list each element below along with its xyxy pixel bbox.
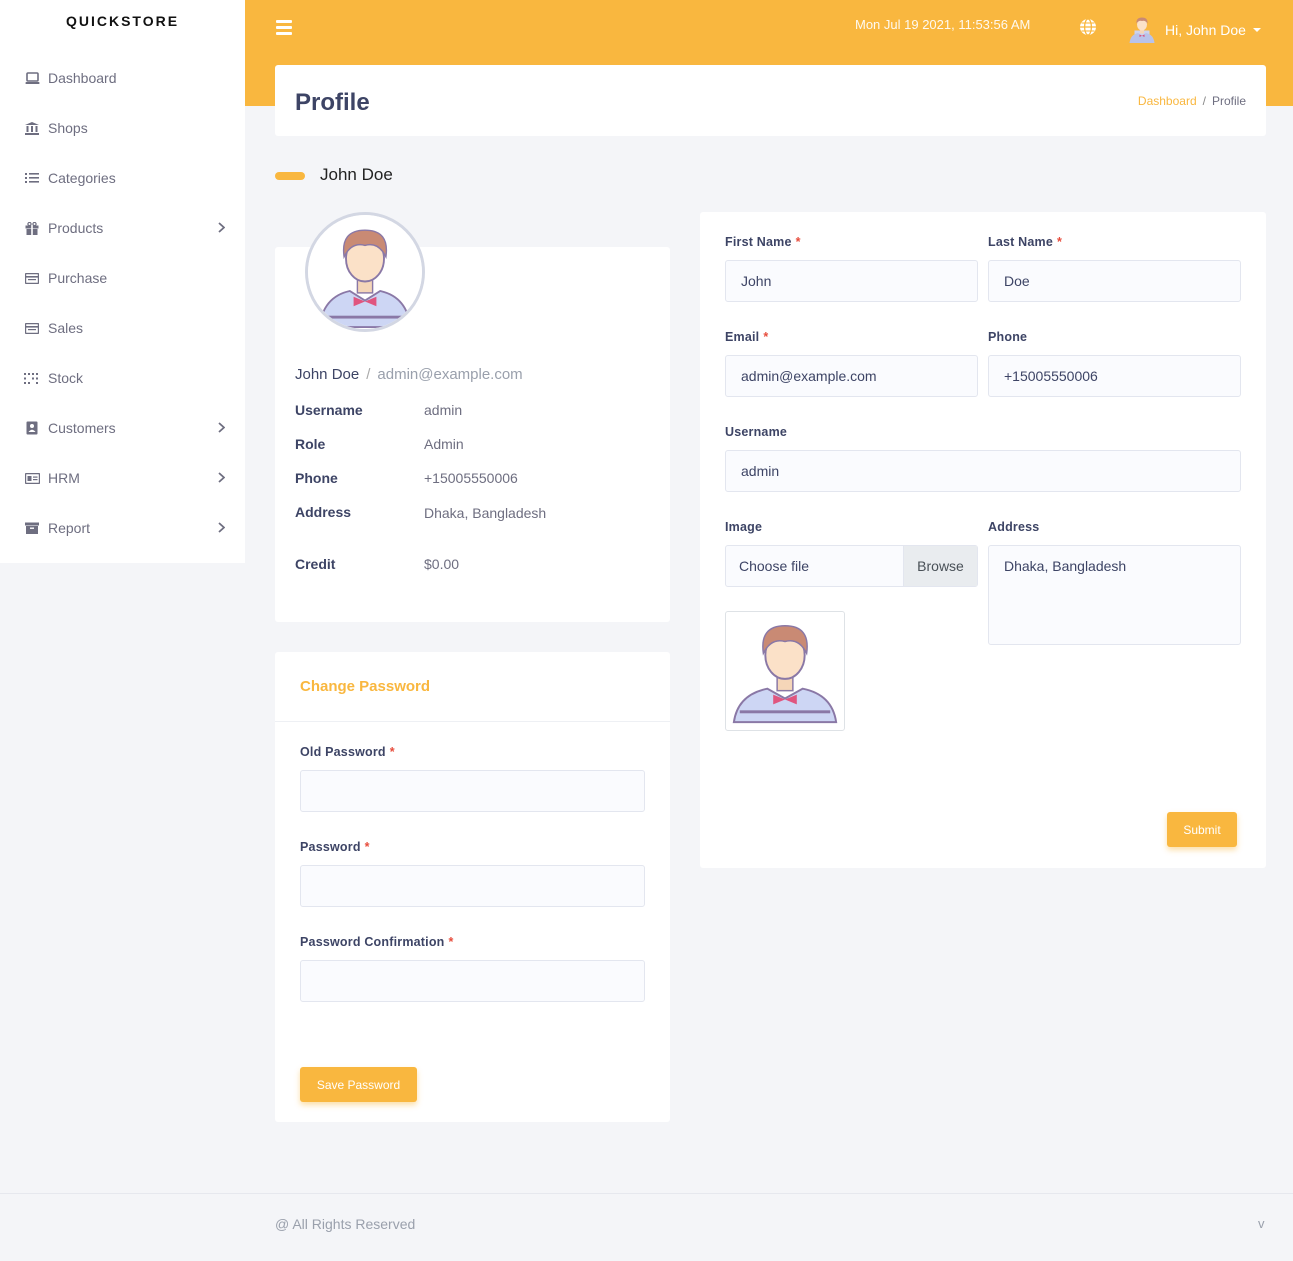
page-title: Profile [295, 89, 370, 116]
change-password-title: Change Password [300, 678, 431, 695]
profile-email: admin@example.com [377, 366, 523, 383]
footer-divider [0, 1193, 1293, 1194]
image-file-input[interactable]: Choose file Browse [725, 545, 978, 587]
submit-button[interactable]: Submit [1167, 812, 1237, 847]
address-value: Dhaka, Bangladesh [424, 505, 547, 521]
receipt-icon [24, 320, 40, 336]
list-icon [24, 170, 40, 186]
role-value: Admin [424, 436, 464, 452]
edit-profile-card [700, 212, 1266, 868]
profile-name-email: John Doe / admin@example.com [295, 366, 523, 383]
address-field-label: Address [988, 520, 1040, 534]
address-label: Address [295, 504, 352, 520]
breadcrumb: Dashboard / Profile [1138, 94, 1246, 108]
credit-value: $0.00 [424, 556, 460, 572]
sidebar-item-label: Report [48, 520, 91, 536]
sidebar-item-hrm[interactable]: HRM [0, 453, 245, 503]
password-confirmation-label: Password Confirmation * [300, 935, 454, 949]
receipt-icon [24, 270, 40, 286]
last-name-input[interactable] [988, 260, 1241, 302]
sidebar-item-shops[interactable]: Shops [0, 103, 245, 153]
breadcrumb-separator: / [1202, 94, 1206, 108]
sidebar-item-report[interactable]: Report [0, 503, 245, 553]
laptop-icon [24, 70, 40, 86]
profile-name: John Doe [295, 366, 360, 383]
sidebar-item-customers[interactable]: Customers [0, 403, 245, 453]
chevron-right-icon [218, 420, 226, 436]
chevron-right-icon [218, 470, 226, 486]
section-accent-bar [275, 172, 305, 180]
menu-toggle-icon[interactable] [276, 20, 292, 35]
password-input[interactable] [300, 865, 645, 907]
username-input[interactable] [725, 450, 1241, 492]
profile-separator: / [366, 366, 371, 383]
phone-value: +15005550006 [424, 470, 518, 486]
user-greeting: Hi, John Doe [1165, 21, 1246, 38]
chevron-right-icon [218, 220, 226, 236]
old-password-input[interactable] [300, 770, 645, 812]
password-confirmation-input[interactable] [300, 960, 645, 1002]
first-name-label: First Name * [725, 235, 801, 249]
user-menu[interactable]: Hi, John Doe [1127, 13, 1261, 46]
username-value: admin [424, 402, 463, 418]
sidebar-item-label: HRM [48, 470, 80, 486]
chevron-right-icon [218, 520, 226, 536]
image-label: Image [725, 520, 763, 534]
footer-copyright: @ All Rights Reserved [275, 1216, 416, 1232]
sidebar-item-label: Dashboard [48, 70, 117, 86]
phone-label: Phone [295, 470, 338, 486]
phone-field-label: Phone [988, 330, 1028, 344]
section-heading: John Doe [320, 165, 393, 184]
grid-dots-icon [24, 370, 40, 386]
archive-icon [24, 520, 40, 536]
globe-icon[interactable] [1079, 18, 1097, 41]
id-card-icon [24, 470, 40, 486]
sidebar-item-products[interactable]: Products [0, 203, 245, 253]
page-title-card: Profile Dashboard / Profile [275, 65, 1266, 136]
divider [275, 721, 670, 722]
sidebar-item-label: Categories [48, 170, 116, 186]
avatar [1127, 13, 1157, 46]
first-name-input[interactable] [725, 260, 978, 302]
sidebar-item-categories[interactable]: Categories [0, 153, 245, 203]
sidebar: QUICKSTORE Dashboard Shops Categories Pr… [0, 0, 245, 563]
save-password-button[interactable]: Save Password [300, 1067, 417, 1102]
current-datetime: Mon Jul 19 2021, 11:53:56 AM [855, 17, 1031, 32]
sidebar-item-dashboard[interactable]: Dashboard [0, 53, 245, 103]
footer-version: v [1258, 1216, 1265, 1231]
password-label: Password * [300, 840, 370, 854]
username-label: Username [295, 402, 363, 418]
sidebar-item-label: Sales [48, 320, 84, 336]
sidebar-item-purchase[interactable]: Purchase [0, 253, 245, 303]
email-input[interactable] [725, 355, 978, 397]
email-label: Email * [725, 330, 769, 344]
bank-icon [24, 120, 40, 136]
credit-label: Credit [295, 556, 336, 572]
sidebar-item-label: Customers [48, 420, 116, 436]
profile-avatar [305, 212, 425, 332]
file-placeholder: Choose file [739, 558, 810, 574]
old-password-label: Old Password * [300, 745, 395, 759]
breadcrumb-current: Profile [1211, 94, 1246, 108]
gift-icon [24, 220, 40, 236]
address-textarea[interactable]: Dhaka, Bangladesh [988, 545, 1241, 645]
sidebar-item-label: Products [48, 220, 104, 236]
image-preview [725, 611, 845, 731]
sidebar-item-stock[interactable]: Stock [0, 353, 245, 403]
last-name-label: Last Name * [988, 235, 1063, 249]
phone-input[interactable] [988, 355, 1241, 397]
caret-down-icon [1252, 27, 1261, 32]
brand-logo[interactable]: QUICKSTORE [0, 0, 245, 42]
browse-button[interactable]: Browse [903, 546, 977, 586]
sidebar-item-label: Stock [48, 370, 84, 386]
role-label: Role [295, 436, 326, 452]
breadcrumb-link-dashboard[interactable]: Dashboard [1138, 94, 1197, 108]
sidebar-item-label: Shops [48, 120, 88, 136]
sidebar-item-sales[interactable]: Sales [0, 303, 245, 353]
contact-book-icon [24, 420, 40, 436]
username-field-label: Username [725, 425, 788, 439]
sidebar-item-label: Purchase [48, 270, 108, 286]
